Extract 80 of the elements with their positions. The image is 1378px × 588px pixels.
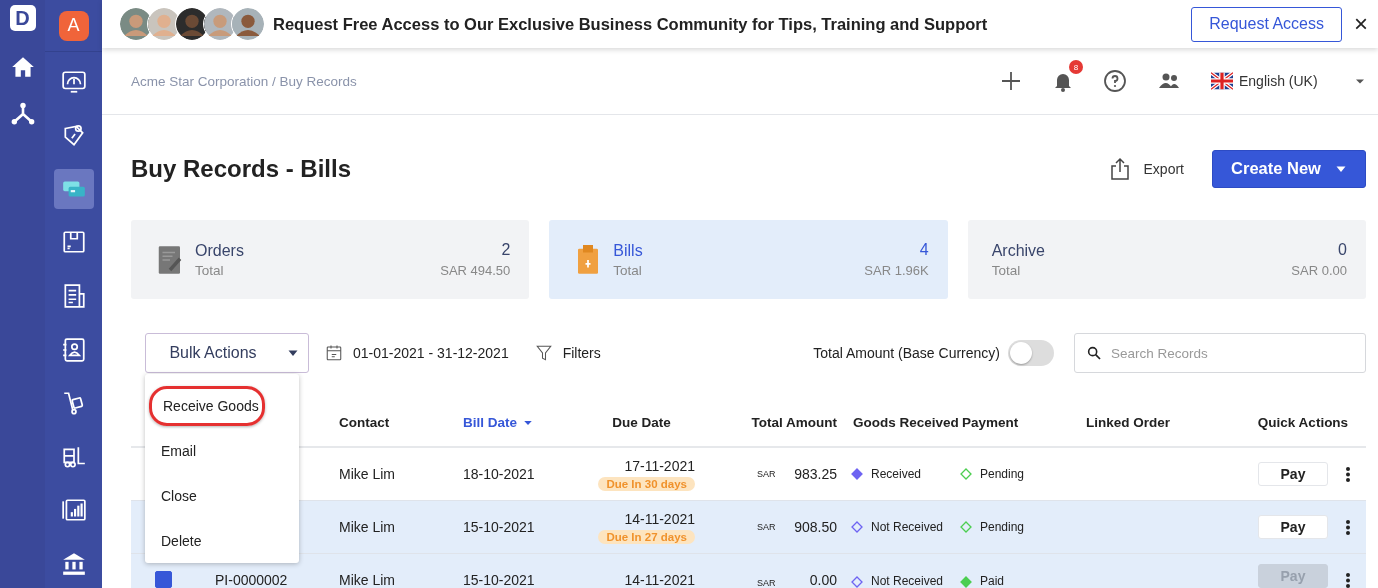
- column-header[interactable]: Quick Actions: [1240, 399, 1366, 446]
- notification-badge: 8: [1069, 60, 1083, 74]
- close-button[interactable]: ×: [1352, 10, 1370, 38]
- avatar: [231, 7, 265, 41]
- card-amount: SAR 494.50: [440, 263, 511, 278]
- hierarchy-icon: [9, 100, 36, 126]
- status-label: Pending: [980, 467, 1025, 481]
- summary-card[interactable]: Archive Total 0 SAR 0.00: [967, 220, 1366, 299]
- nav-item[interactable]: [53, 168, 94, 209]
- column-header[interactable]: Linked Order: [1078, 399, 1240, 446]
- status-label: Paid: [980, 574, 1005, 588]
- bank-icon: [60, 550, 87, 577]
- request-access-button[interactable]: Request Access: [1191, 6, 1342, 42]
- table-cell: Mike Lim: [339, 572, 395, 588]
- due-badge: Due In 27 days: [598, 529, 695, 544]
- status-label: Received: [871, 467, 922, 481]
- table-cell: 14-11-2021: [624, 572, 695, 588]
- status-label: Pending: [980, 520, 1025, 534]
- table-cell: 15-10-2021: [463, 572, 535, 588]
- card-amount: SAR 1.96K: [864, 263, 929, 278]
- checkbox[interactable]: [154, 571, 172, 588]
- bar-chart-icon: [60, 497, 87, 524]
- dashboard-icon: [60, 68, 87, 95]
- more-icon[interactable]: [1346, 466, 1350, 482]
- column-header[interactable]: Due Date: [580, 399, 703, 446]
- flag-icon: [1211, 70, 1233, 92]
- toggle-label: Total Amount (Base Currency): [813, 345, 1000, 361]
- card-title: Bills: [613, 241, 644, 260]
- pay-button[interactable]: Pay: [1258, 515, 1328, 539]
- table-cell: 908.50: [794, 519, 837, 535]
- card-title: Archive: [991, 241, 1046, 260]
- menu-item[interactable]: Receive Goods: [149, 386, 265, 426]
- table-cell: 0.00: [809, 572, 837, 588]
- table-cell: Mike Lim: [339, 519, 395, 535]
- toggle-switch[interactable]: [1008, 340, 1054, 366]
- address-book-icon: [60, 336, 87, 363]
- table-cell: 983.25: [794, 466, 837, 482]
- filter-icon: [534, 344, 553, 362]
- language-selector[interactable]: English (UK): [1211, 70, 1366, 92]
- currency-label: SAR: [757, 469, 776, 479]
- card-amount: SAR 0.00: [1291, 263, 1347, 278]
- export-button[interactable]: Export: [1101, 155, 1190, 182]
- table-cell: 14-11-2021: [624, 510, 695, 527]
- table-cell: 15-10-2021: [463, 519, 535, 535]
- table-cell: PI-0000002: [215, 572, 288, 588]
- card-count: 0: [1337, 241, 1347, 259]
- table-cell: Mike Lim: [339, 466, 395, 482]
- help-icon[interactable]: [1103, 69, 1127, 93]
- due-badge: Due In 30 days: [598, 476, 695, 491]
- search-field[interactable]: Search Records: [1074, 333, 1366, 373]
- currency-label: SAR: [757, 522, 776, 532]
- card-title: Orders: [195, 241, 245, 260]
- status-label: Not Received: [871, 520, 944, 534]
- currency-label: SAR: [757, 578, 776, 588]
- banner-text: Request Free Access to Our Exclusive Business Community for Tips, Training and Support: [273, 14, 988, 34]
- card-subtitle: Total: [195, 262, 225, 278]
- table-cell: 18-10-2021: [463, 466, 535, 482]
- box-icon: [60, 229, 87, 256]
- date-range-picker[interactable]: 01-01-2021 - 31-12-2021: [319, 343, 515, 363]
- more-icon[interactable]: [1346, 573, 1350, 588]
- pay-button[interactable]: Pay: [1258, 462, 1328, 486]
- card-count: 4: [918, 241, 929, 259]
- card-subtitle: Total: [991, 262, 1022, 278]
- more-icon[interactable]: [1346, 519, 1350, 535]
- bulk-actions-dropdown[interactable]: Bulk Actions: [145, 333, 309, 373]
- plus-icon[interactable]: [999, 69, 1023, 93]
- table-cell: 17-11-2021: [624, 457, 695, 474]
- column-header[interactable]: Bill Date: [455, 399, 580, 446]
- column-header[interactable]: Total Amount: [703, 399, 845, 446]
- create-new-button[interactable]: Create New: [1212, 149, 1366, 188]
- card-subtitle: Total: [613, 262, 643, 278]
- summary-card[interactable]: Bills Total 4 SAR 1.96K: [549, 220, 948, 299]
- calendar-icon: [325, 344, 343, 362]
- summary-card[interactable]: Orders Total 2 SAR 494.50: [131, 220, 530, 299]
- app-logo[interactable]: D: [9, 5, 36, 31]
- page-title: Buy Records - Bills: [131, 154, 352, 183]
- card-count: 2: [500, 241, 511, 259]
- filters-button[interactable]: Filters: [528, 343, 607, 363]
- status-label: Not Received: [871, 574, 944, 588]
- column-header[interactable]: Contact: [331, 399, 455, 446]
